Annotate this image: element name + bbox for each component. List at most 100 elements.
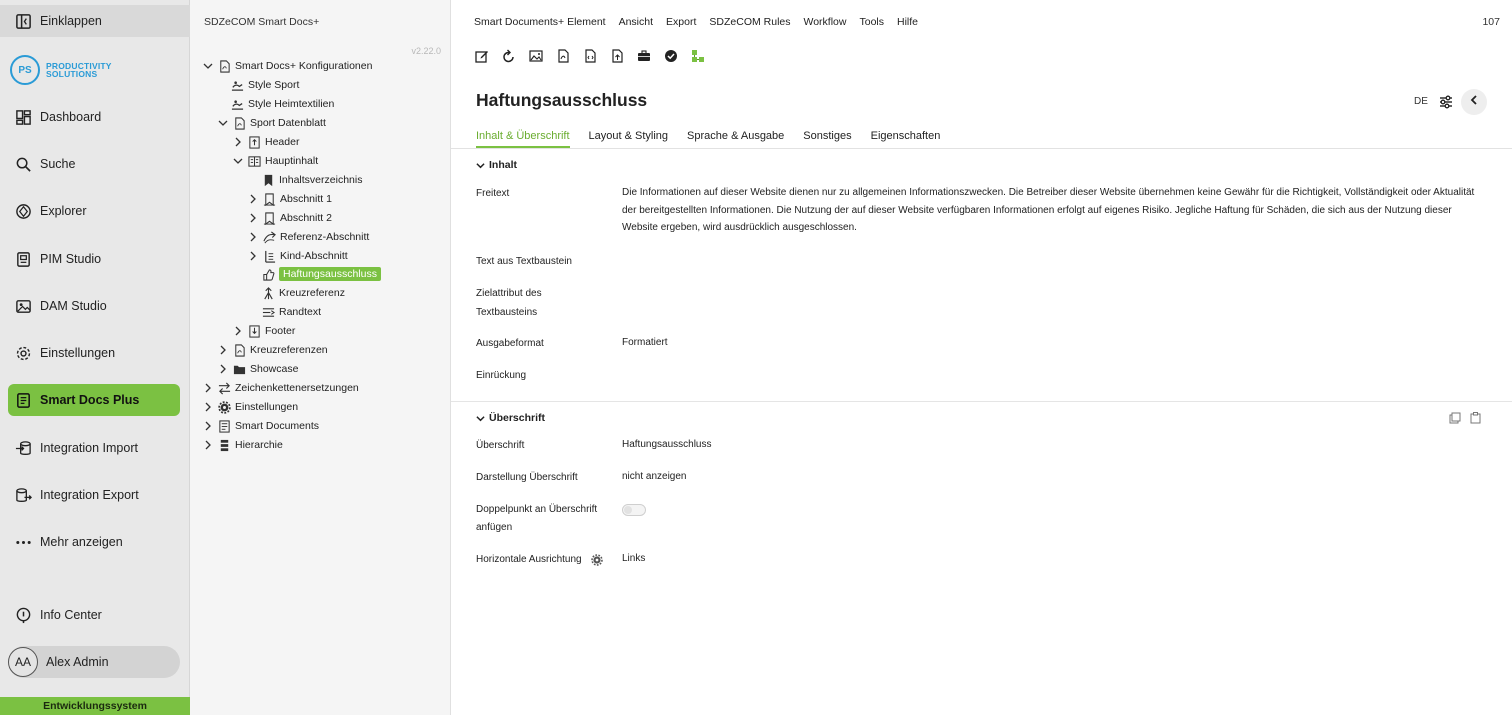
chevron-down-icon xyxy=(476,415,485,421)
nav-label-einstellungen: Einstellungen xyxy=(40,346,116,360)
menu-smart-documents-element[interactable]: Smart Documents+ Element xyxy=(474,16,606,28)
ausgabeformat-value[interactable]: Formatiert xyxy=(622,334,668,352)
ausrichtung-value[interactable]: Links xyxy=(622,550,645,568)
nav-item-dashboard[interactable]: Dashboard xyxy=(0,101,190,133)
tab-divider xyxy=(451,148,1512,149)
chevron-right-icon[interactable] xyxy=(247,212,259,224)
collapse-label: Einklappen xyxy=(40,14,102,28)
tree-node-abschnitt-1[interactable]: Abschnitt 1 xyxy=(247,190,332,208)
nav-item-suche[interactable]: Suche xyxy=(0,148,190,180)
tree-node-showcase[interactable]: Showcase xyxy=(217,360,298,378)
tree-node-style-heimtextilien[interactable]: Style Heimtextilien xyxy=(230,95,334,113)
gear-icon[interactable] xyxy=(591,553,603,566)
darstellung-value[interactable]: nicht anzeigen xyxy=(622,468,687,486)
menu-hilfe[interactable]: Hilfe xyxy=(897,16,918,28)
chevron-right-icon[interactable] xyxy=(232,325,244,337)
chevron-right-icon[interactable] xyxy=(217,363,229,375)
tab-inhalt-ueberschrift[interactable]: Inhalt & Überschrift xyxy=(476,124,570,148)
tree-node-footer[interactable]: Footer xyxy=(232,322,295,340)
tree-node-haftungsausschluss[interactable]: Haftungsausschluss xyxy=(261,265,381,283)
edit-icon[interactable] xyxy=(475,49,489,63)
tab-layout-styling[interactable]: Layout & Styling xyxy=(589,124,669,148)
tree-node-abschnitt-2[interactable]: Abschnitt 2 xyxy=(247,209,332,227)
doppelpunkt-label-line1: Doppelpunkt an Überschrift xyxy=(476,504,598,515)
tree-node-kind-abschnitt[interactable]: Kind-Abschnitt xyxy=(247,247,348,265)
user-menu[interactable]: AA Alex Admin xyxy=(8,646,180,678)
collapse-button[interactable]: Einklappen xyxy=(0,5,190,37)
chevron-right-icon[interactable] xyxy=(202,382,214,394)
section-header-inhalt[interactable]: Inhalt xyxy=(476,157,517,173)
chevron-down-icon[interactable] xyxy=(232,155,244,167)
tree-node-inhaltsverzeichnis[interactable]: Inhaltsverzeichnis xyxy=(261,171,362,189)
nav-label-pim-studio: PIM Studio xyxy=(40,252,102,266)
tree-node-kreuzreferenzen[interactable]: Kreuzreferenzen xyxy=(217,341,328,359)
tree-node-randtext[interactable]: Randtext xyxy=(261,303,321,321)
nav-item-mehr-anzeigen[interactable]: Mehr anzeigen xyxy=(0,526,190,558)
tree-node-konfigurationen[interactable]: Smart Docs+ Konfigurationen xyxy=(202,57,372,75)
tree-node-zeichenkettenersetzungen[interactable]: Zeichenkettenersetzungen xyxy=(202,379,359,397)
tree-node-hauptinhalt[interactable]: Hauptinhalt xyxy=(232,152,318,170)
chevron-right-icon[interactable] xyxy=(232,136,244,148)
menu-ansicht[interactable]: Ansicht xyxy=(619,16,653,28)
copy-icon[interactable] xyxy=(1449,411,1461,424)
tree-node-kreuzreferenz[interactable]: Kreuzreferenz xyxy=(261,284,345,302)
menu-tools[interactable]: Tools xyxy=(859,16,884,28)
nav-label-dashboard: Dashboard xyxy=(40,110,102,124)
menu-export[interactable]: Export xyxy=(666,16,696,28)
chevron-right-icon[interactable] xyxy=(217,344,229,356)
code-file-icon[interactable] xyxy=(583,49,597,63)
nav-item-pim-studio[interactable]: PIM Studio xyxy=(0,243,190,275)
menu-workflow[interactable]: Workflow xyxy=(804,16,847,28)
avatar: AA xyxy=(8,647,38,677)
nav-item-info-center[interactable]: Info Center xyxy=(0,599,190,631)
style-icon xyxy=(230,97,244,111)
chevron-right-icon[interactable] xyxy=(202,420,214,432)
ueberschrift-value[interactable]: Haftungsausschluss xyxy=(622,436,712,454)
tree-node-sport-datenblatt[interactable]: Sport Datenblatt xyxy=(217,114,326,132)
nav-item-integration-import[interactable]: Integration Import xyxy=(0,432,190,464)
file-upload-icon[interactable] xyxy=(610,49,624,63)
chevron-right-icon[interactable] xyxy=(247,250,259,262)
section-icon xyxy=(262,211,276,225)
search-icon xyxy=(14,155,32,173)
tree-node-style-sport[interactable]: Style Sport xyxy=(230,76,299,94)
chevron-right-icon[interactable] xyxy=(247,231,259,243)
tree-node-einstellungen[interactable]: Einstellungen xyxy=(202,398,298,416)
nav-item-einstellungen[interactable]: Einstellungen xyxy=(0,337,190,369)
chevron-down-icon[interactable] xyxy=(217,117,229,129)
doppelpunkt-toggle[interactable] xyxy=(622,504,646,516)
tab-eigenschaften[interactable]: Eigenschaften xyxy=(871,124,941,148)
swap-icon xyxy=(217,381,231,395)
nav-item-integration-export[interactable]: Integration Export xyxy=(0,479,190,511)
freitext-value[interactable]: Die Informationen auf dieser Website die… xyxy=(622,184,1482,237)
darstellung-label: Darstellung Überschrift xyxy=(476,472,578,483)
bookmark-icon xyxy=(261,173,275,187)
tree-node-header[interactable]: Header xyxy=(232,133,299,151)
collapse-panel-button[interactable] xyxy=(1461,89,1487,115)
section-header-ueberschrift[interactable]: Überschrift xyxy=(476,410,545,426)
chevron-right-icon[interactable] xyxy=(202,401,214,413)
tree-node-hierarchie[interactable]: Hierarchie xyxy=(202,436,283,454)
menu-sdzecom-rules[interactable]: SDZeCOM Rules xyxy=(709,16,790,28)
nav-item-smart-docs-plus[interactable]: Smart Docs Plus xyxy=(8,384,180,416)
image-export-icon[interactable] xyxy=(529,49,543,63)
pdf-export-icon[interactable] xyxy=(556,49,570,63)
tree-node-smart-documents[interactable]: Smart Documents xyxy=(202,417,319,435)
check-circle-icon[interactable] xyxy=(664,49,678,63)
tab-sprache-ausgabe[interactable]: Sprache & Ausgabe xyxy=(687,124,784,148)
pdf-icon xyxy=(232,116,246,130)
tab-sonstiges[interactable]: Sonstiges xyxy=(803,124,851,148)
workflow-icon[interactable] xyxy=(691,49,705,63)
reload-icon[interactable] xyxy=(502,49,516,63)
chevron-right-icon[interactable] xyxy=(247,193,259,205)
paste-icon[interactable] xyxy=(1470,411,1482,424)
nav-item-explorer[interactable]: Explorer xyxy=(0,195,190,227)
briefcase-icon[interactable] xyxy=(637,49,651,63)
tree-node-referenz-abschnitt[interactable]: Referenz-Abschnitt xyxy=(247,228,369,246)
chevron-down-icon[interactable] xyxy=(202,60,214,72)
language-selector[interactable]: DE xyxy=(1414,96,1428,107)
chevron-right-icon[interactable] xyxy=(202,439,214,451)
child-icon xyxy=(262,249,276,263)
nav-item-dam-studio[interactable]: DAM Studio xyxy=(0,290,190,322)
sliders-icon[interactable] xyxy=(1438,94,1454,110)
